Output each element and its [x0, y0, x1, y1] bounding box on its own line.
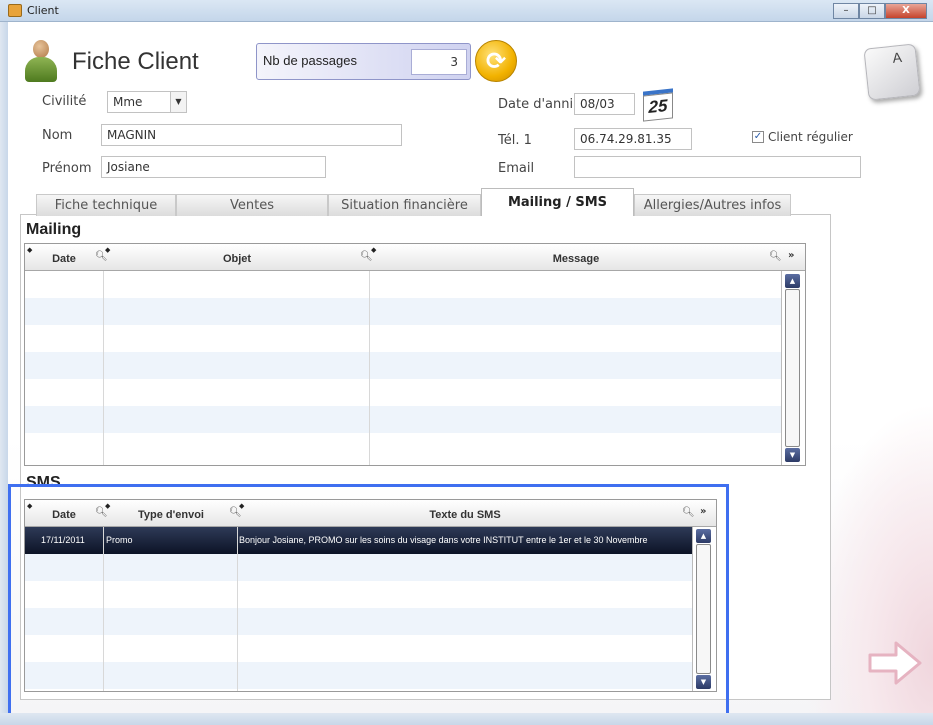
- keycap-letter: A: [891, 48, 903, 66]
- tab-fiche-technique[interactable]: Fiche technique: [36, 194, 176, 216]
- civilite-value: Mme: [113, 95, 143, 109]
- passages-box: Nb de passages 3: [256, 43, 471, 80]
- mailing-table-header: ◆ Date 🔍︎ ◆ Objet 🔍︎ ◆ Message 🔍︎ »: [25, 244, 805, 271]
- mailing-table: ◆ Date 🔍︎ ◆ Objet 🔍︎ ◆ Message 🔍︎ » ▲ ▼: [24, 243, 806, 466]
- close-button[interactable]: X: [885, 3, 927, 19]
- window-controls: – □ X: [833, 3, 927, 19]
- column-objet[interactable]: Objet: [105, 244, 369, 271]
- refresh-icon[interactable]: ⟳: [475, 40, 517, 82]
- table-row[interactable]: [25, 325, 783, 352]
- email-label: Email: [498, 161, 535, 176]
- next-arrow-icon[interactable]: [866, 639, 924, 687]
- table-row[interactable]: [25, 433, 783, 460]
- tab-bar: Fiche technique Ventes Situation financi…: [36, 188, 791, 216]
- keyboard-key-icon[interactable]: A: [863, 43, 921, 101]
- column-divider: [103, 271, 104, 465]
- table-row[interactable]: [25, 379, 783, 406]
- table-row[interactable]: [25, 271, 783, 298]
- app-icon: [8, 4, 22, 17]
- mailing-title: Mailing: [26, 221, 82, 238]
- table-row[interactable]: [25, 298, 783, 325]
- column-divider: [369, 271, 370, 465]
- civilite-label: Civilité: [42, 94, 87, 109]
- sms-highlight-frame: [8, 484, 729, 724]
- maximize-button[interactable]: □: [859, 3, 885, 19]
- client-avatar-icon: [24, 40, 58, 82]
- tel-label: Tél. 1: [498, 133, 532, 148]
- scroll-down-icon[interactable]: ▼: [785, 448, 800, 462]
- mailing-scrollbar[interactable]: ▲ ▼: [781, 271, 803, 465]
- column-message[interactable]: Message: [371, 244, 781, 271]
- search-icon[interactable]: 🔍︎: [769, 251, 782, 262]
- passages-label: Nb de passages: [263, 53, 357, 68]
- window-frame-bottom: [0, 713, 933, 725]
- tel-field[interactable]: 06.74.29.81.35: [574, 128, 692, 150]
- prenom-label: Prénom: [42, 161, 92, 176]
- window-title: Client: [27, 4, 59, 17]
- client-regulier-checkbox[interactable]: ✓: [752, 131, 764, 143]
- tab-ventes[interactable]: Ventes: [176, 194, 328, 216]
- chevron-down-icon[interactable]: ▼: [170, 92, 186, 112]
- email-field[interactable]: [574, 156, 861, 178]
- client-regulier-label: Client régulier: [768, 130, 853, 144]
- scroll-track[interactable]: [785, 289, 800, 447]
- table-row[interactable]: [25, 352, 783, 379]
- table-row[interactable]: [25, 406, 783, 433]
- nom-field[interactable]: MAGNIN: [101, 124, 402, 146]
- calendar-day: 25: [643, 92, 673, 122]
- civilite-select[interactable]: Mme ▼: [107, 91, 187, 113]
- nom-label: Nom: [42, 128, 73, 143]
- date-anni-label: Date d'anni: [498, 97, 574, 112]
- column-date[interactable]: Date: [25, 244, 103, 271]
- window-titlebar: Client – □ X: [0, 0, 933, 22]
- window-frame-left: [0, 22, 8, 725]
- tab-situation-financiere[interactable]: Situation financière: [328, 194, 481, 216]
- page-title: Fiche Client: [72, 48, 199, 75]
- expand-icon[interactable]: »: [788, 250, 794, 261]
- scroll-up-icon[interactable]: ▲: [785, 274, 800, 288]
- passages-count: 3: [411, 49, 467, 75]
- tab-allergies[interactable]: Allergies/Autres infos: [634, 194, 791, 216]
- prenom-field[interactable]: Josiane: [101, 156, 326, 178]
- calendar-icon[interactable]: 25: [641, 88, 675, 122]
- date-anni-field[interactable]: 08/03: [574, 93, 635, 115]
- minimize-button[interactable]: –: [833, 3, 859, 19]
- tab-mailing-sms[interactable]: Mailing / SMS: [481, 188, 634, 216]
